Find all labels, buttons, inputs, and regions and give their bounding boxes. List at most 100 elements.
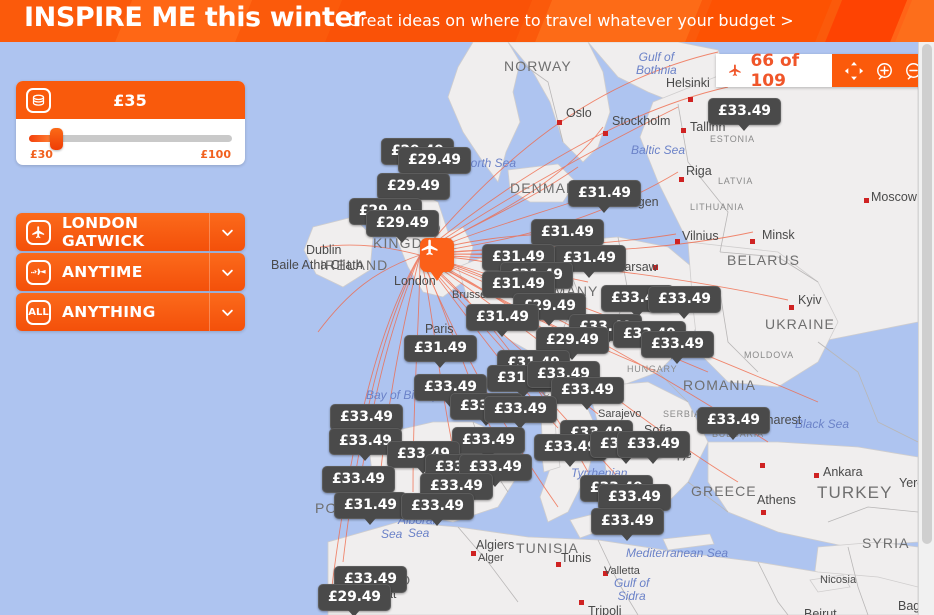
- scrollbar-thumb[interactable]: [922, 44, 932, 544]
- country-label: MOLDOVA: [744, 350, 794, 360]
- slider-handle[interactable]: [50, 128, 63, 150]
- chevron-down-icon[interactable]: [209, 253, 245, 291]
- city-label: Yerev: [899, 476, 918, 490]
- price-tag[interactable]: £33.49: [551, 377, 624, 410]
- city-label: Moscow: [871, 190, 917, 204]
- city-label: Vilnius: [682, 229, 719, 243]
- price-tag[interactable]: £33.49: [452, 427, 525, 460]
- promo-banner[interactable]: INSPIRE ME this winter Great ideas on wh…: [0, 0, 934, 42]
- city-dot: [681, 128, 686, 133]
- budget-header: £35: [16, 81, 245, 119]
- city-label: Algiers: [476, 538, 515, 552]
- price-tag[interactable]: £33.49: [330, 404, 403, 437]
- country-label: SERBIA: [663, 409, 701, 419]
- origin-airport-marker[interactable]: [420, 238, 454, 281]
- date-selector[interactable]: ANYTIME: [16, 253, 245, 291]
- price-tag[interactable]: £33.49: [484, 396, 557, 429]
- city-dot: [864, 198, 869, 203]
- price-tag[interactable]: £29.49: [377, 173, 450, 206]
- sea-label: Sea: [381, 527, 403, 541]
- page-scrollbar[interactable]: [918, 42, 934, 615]
- price-tag[interactable]: £31.49: [568, 180, 641, 213]
- city-dot: [761, 510, 766, 515]
- price-tag[interactable]: £31.49: [466, 304, 539, 337]
- results-count-text: 66 of 109: [750, 50, 800, 91]
- city-dot: [603, 131, 608, 136]
- city-dot: [557, 120, 562, 125]
- country-label: SYRIA: [862, 535, 910, 551]
- city-dot: [750, 239, 755, 244]
- price-tag[interactable]: £31.49: [334, 492, 407, 525]
- origin-airport-selector[interactable]: LONDON GATWICK: [16, 213, 245, 251]
- date-label: ANYTIME: [62, 263, 143, 281]
- price-tag[interactable]: £33.49: [708, 98, 781, 131]
- city-label: Baile Atha Cliath: [271, 258, 363, 272]
- city-dot: [688, 97, 693, 102]
- price-tag[interactable]: £33.49: [697, 407, 770, 440]
- sea-label: Mediterranean Sea: [626, 546, 729, 560]
- slider-track[interactable]: [29, 128, 232, 150]
- map-header-controls[interactable]: 66 of 109: [716, 51, 934, 91]
- city-label: Tunis: [561, 551, 592, 565]
- price-tag[interactable]: £29.49: [318, 584, 391, 615]
- country-label: TURKEY: [817, 483, 893, 502]
- city-dot: [789, 305, 794, 310]
- city-label: Helsinki: [666, 76, 710, 90]
- budget-slider[interactable]: £30 £100: [16, 119, 245, 165]
- price-tag[interactable]: £33.49: [598, 484, 671, 517]
- city-label: Beirut: [804, 607, 837, 615]
- all-icon: ALL: [26, 299, 51, 325]
- chevron-down-icon[interactable]: [209, 213, 245, 251]
- flight-map[interactable]: Gulf of Bothnia Baltic Sea North Sea Bay …: [258, 42, 918, 615]
- sea-label: Black Sea: [795, 417, 850, 431]
- price-tag[interactable]: £33.49: [322, 466, 395, 499]
- city-dot: [760, 463, 765, 468]
- sea-label: Baltic Sea: [631, 143, 686, 157]
- city-label: Tripoli: [588, 604, 622, 615]
- banner-subtitle-link[interactable]: Great ideas on where to travel whatever …: [348, 11, 794, 30]
- plane-icon: [26, 219, 51, 245]
- origin-label: LONDON GATWICK: [62, 214, 145, 250]
- country-label: NORWAY: [504, 58, 572, 74]
- country-label: LATVIA: [718, 176, 754, 186]
- price-tag[interactable]: £31.49: [531, 219, 604, 252]
- budget-value: £35: [113, 90, 147, 110]
- results-counter: 66 of 109: [716, 51, 832, 91]
- price-tag[interactable]: £29.49: [366, 210, 439, 243]
- country-label: UKRAINE: [765, 316, 835, 332]
- city-label: Minsk: [762, 228, 795, 242]
- city-label: Oslo: [566, 106, 592, 120]
- country-label: LITHUANIA: [690, 202, 745, 212]
- country-label: GREECE: [691, 483, 757, 499]
- price-tag[interactable]: £33.49: [648, 286, 721, 319]
- banner-title: INSPIRE ME this winter: [24, 2, 366, 33]
- city-label: Stockholm: [612, 114, 671, 128]
- country-label: BELARUS: [727, 252, 801, 268]
- price-tag[interactable]: £29.49: [398, 147, 471, 180]
- zoom-in-icon[interactable]: [875, 61, 894, 80]
- price-tag[interactable]: £33.49: [591, 508, 664, 541]
- city-dot: [814, 473, 819, 478]
- chevron-down-icon[interactable]: [209, 293, 245, 331]
- pan-icon[interactable]: [843, 60, 865, 82]
- sea-label: Gulf of Sidra: [614, 576, 650, 603]
- slider-min-label: £30: [30, 148, 53, 161]
- category-label: ANYTHING: [62, 303, 156, 321]
- city-label: Riga: [686, 164, 712, 178]
- country-label: ROMANIA: [683, 377, 757, 393]
- city-label: Baghd: [898, 599, 918, 613]
- city-label: Kyiv: [798, 293, 822, 307]
- price-tag[interactable]: £31.49: [404, 335, 477, 368]
- city-label: Alger: [478, 552, 504, 564]
- price-tag[interactable]: £33.49: [641, 331, 714, 364]
- city-label: Athens: [757, 493, 796, 507]
- price-tag[interactable]: £33.49: [617, 431, 690, 464]
- slider-max-label: £100: [200, 148, 231, 161]
- price-tag[interactable]: £33.49: [401, 493, 474, 526]
- city-dot: [579, 600, 584, 605]
- city-label: Nicosia: [820, 574, 857, 586]
- category-selector[interactable]: ALL ANYTHING: [16, 293, 245, 331]
- sea-label: Gulf of Bothnia: [636, 50, 677, 77]
- budget-filter-card[interactable]: £35 £30 £100: [16, 81, 245, 165]
- plane-marker-icon: [421, 239, 438, 256]
